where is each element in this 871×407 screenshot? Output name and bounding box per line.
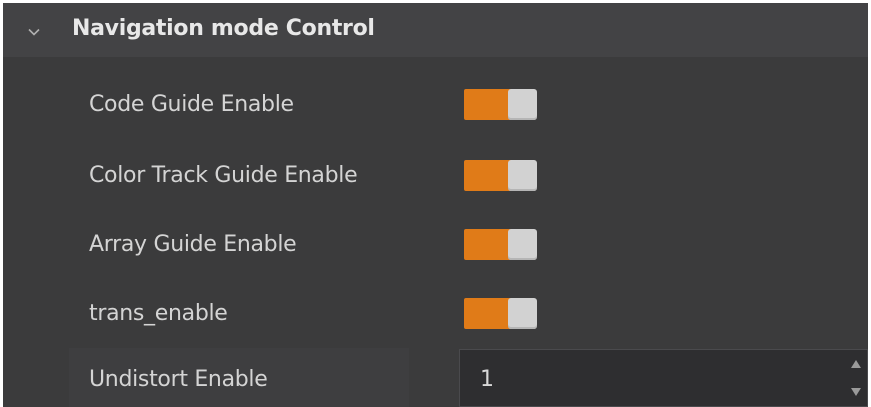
spin-down-icon[interactable]: [849, 384, 863, 398]
settings-panel: Navigation mode Control Code Guide Enabl…: [3, 3, 868, 407]
setting-label: Array Guide Enable: [89, 232, 297, 257]
array-guide-enable-toggle[interactable]: [464, 229, 537, 260]
code-guide-enable-toggle[interactable]: [464, 89, 537, 120]
section-header[interactable]: Navigation mode Control: [3, 3, 868, 57]
toggle-knob: [508, 89, 537, 120]
toggle-track: [464, 160, 514, 191]
setting-row-trans-enable: trans_enable: [3, 279, 868, 349]
setting-row-array-guide-enable: Array Guide Enable: [3, 210, 868, 280]
setting-row-undistort-enable: Undistort Enable 1: [3, 348, 868, 407]
trans-enable-toggle[interactable]: [464, 298, 537, 329]
undistort-enable-spinbox[interactable]: 1: [459, 349, 868, 407]
spinbox-value[interactable]: 1: [480, 365, 494, 395]
setting-label: trans_enable: [89, 301, 228, 326]
toggle-knob: [508, 160, 537, 191]
setting-label: Code Guide Enable: [89, 92, 294, 117]
setting-label: Undistort Enable: [89, 367, 268, 392]
setting-row-color-track-guide-enable: Color Track Guide Enable: [3, 141, 868, 211]
color-track-guide-enable-toggle[interactable]: [464, 160, 537, 191]
section-title: Navigation mode Control: [72, 16, 375, 41]
spin-up-icon[interactable]: [849, 356, 863, 370]
toggle-knob: [508, 229, 537, 260]
toggle-track: [464, 298, 514, 329]
toggle-track: [464, 89, 514, 120]
toggle-knob: [508, 298, 537, 329]
toggle-track: [464, 229, 514, 260]
setting-label: Color Track Guide Enable: [89, 163, 358, 188]
chevron-down-icon[interactable]: [28, 23, 40, 36]
setting-row-code-guide-enable: Code Guide Enable: [3, 70, 868, 140]
